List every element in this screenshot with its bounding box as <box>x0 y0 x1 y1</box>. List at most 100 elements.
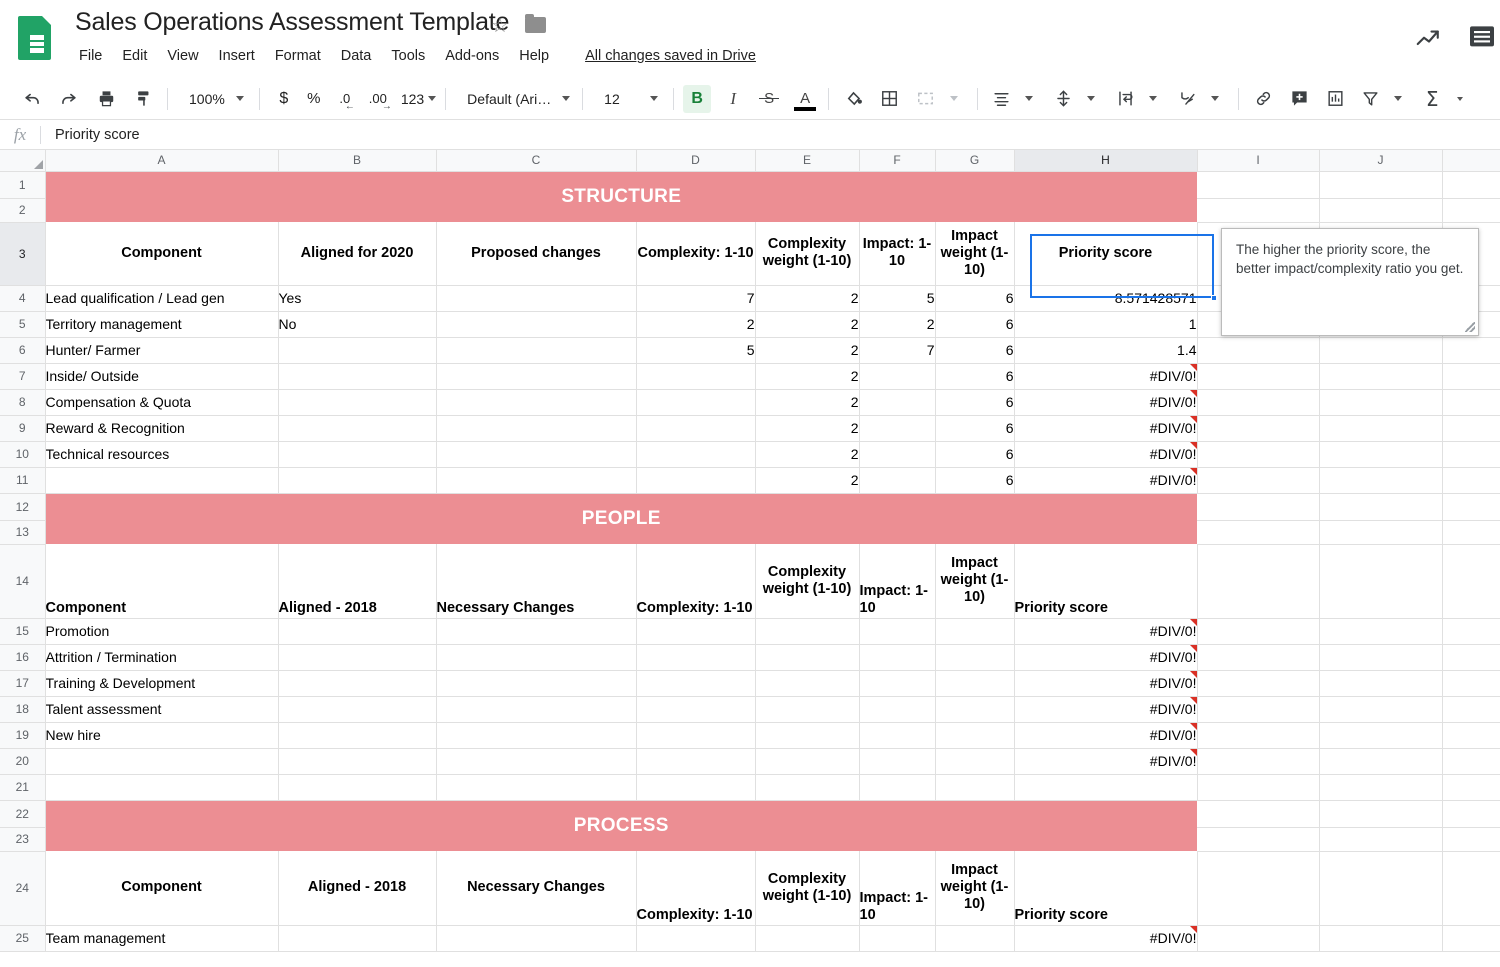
row-header-18[interactable]: 18 <box>0 696 45 722</box>
cell-i25[interactable] <box>1197 925 1319 951</box>
table-row[interactable] <box>278 925 436 951</box>
vertical-align-button[interactable] <box>1049 85 1077 113</box>
explore-trending-icon[interactable] <box>1414 24 1444 54</box>
table-row[interactable]: Reward & Recognition <box>45 415 278 441</box>
cell-j10[interactable] <box>1319 441 1442 467</box>
cell-j21[interactable] <box>1319 774 1442 800</box>
table-row[interactable]: 6 <box>935 311 1014 337</box>
table-row[interactable]: 2 <box>755 441 859 467</box>
table-row[interactable] <box>278 389 436 415</box>
insert-chart-button[interactable] <box>1320 85 1350 113</box>
cell-d21[interactable] <box>636 774 755 800</box>
table-row[interactable] <box>436 722 636 748</box>
menu-file[interactable]: File <box>75 46 112 66</box>
cell-j7[interactable] <box>1319 363 1442 389</box>
row-header-23[interactable]: 23 <box>0 827 45 851</box>
save-status-link[interactable]: All changes saved in Drive <box>585 48 756 64</box>
row-header-14[interactable]: 14 <box>0 544 45 618</box>
table-row[interactable] <box>636 389 755 415</box>
table-row[interactable]: Compensation & Quota <box>45 389 278 415</box>
table-row[interactable]: Promotion <box>45 618 278 644</box>
table-row[interactable]: 1 <box>1014 311 1197 337</box>
cell-k21[interactable] <box>1442 774 1500 800</box>
table-row[interactable]: 5 <box>859 285 935 311</box>
table-row[interactable]: #DIV/0! <box>1014 644 1197 670</box>
table-row[interactable]: #DIV/0! <box>1014 696 1197 722</box>
zoom-selector[interactable]: 100% <box>177 85 250 113</box>
row-header-8[interactable]: 8 <box>0 389 45 415</box>
cell-k20[interactable] <box>1442 748 1500 774</box>
table-row[interactable]: 5 <box>636 337 755 363</box>
header-changes-structure[interactable]: Proposed changes <box>436 222 636 285</box>
table-row[interactable] <box>278 415 436 441</box>
table-row[interactable]: New hire <box>45 722 278 748</box>
header-aligned-structure[interactable]: Aligned for 2020 <box>278 222 436 285</box>
row-header-13[interactable]: 13 <box>0 520 45 544</box>
table-row[interactable] <box>935 644 1014 670</box>
strikethrough-button[interactable]: S <box>755 85 783 113</box>
cell-i15[interactable] <box>1197 618 1319 644</box>
cell-b21[interactable] <box>278 774 436 800</box>
table-row[interactable] <box>278 722 436 748</box>
table-row[interactable] <box>278 748 436 774</box>
cell-j13[interactable] <box>1319 520 1442 544</box>
table-row[interactable] <box>636 363 755 389</box>
formula-input[interactable]: Priority score <box>41 127 1500 143</box>
cell-i17[interactable] <box>1197 670 1319 696</box>
insert-comment-button[interactable] <box>1284 85 1314 113</box>
table-row[interactable] <box>278 441 436 467</box>
menu-data[interactable]: Data <box>331 46 382 66</box>
table-row[interactable]: Team management <box>45 925 278 951</box>
cell-j17[interactable] <box>1319 670 1442 696</box>
header-impact-weight-people[interactable]: Impact weight (1-10) <box>935 544 1014 618</box>
table-row[interactable] <box>278 337 436 363</box>
cell-j24[interactable] <box>1319 851 1442 925</box>
row-header-2[interactable]: 2 <box>0 198 45 222</box>
cell-j8[interactable] <box>1319 389 1442 415</box>
row-header-22[interactable]: 22 <box>0 800 45 827</box>
header-changes-people[interactable]: Necessary Changes <box>436 544 636 618</box>
table-row[interactable] <box>859 467 935 493</box>
cell-h21[interactable] <box>1014 774 1197 800</box>
table-row[interactable] <box>859 363 935 389</box>
column-header-b[interactable]: B <box>278 150 436 171</box>
cell-j16[interactable] <box>1319 644 1442 670</box>
menu-tools[interactable]: Tools <box>381 46 435 66</box>
cell-k19[interactable] <box>1442 722 1500 748</box>
vertical-align-caret[interactable] <box>1077 85 1105 113</box>
row-header-21[interactable]: 21 <box>0 774 45 800</box>
table-row[interactable] <box>755 722 859 748</box>
cell-j25[interactable] <box>1319 925 1442 951</box>
table-row[interactable] <box>859 696 935 722</box>
column-header-c[interactable]: C <box>436 150 636 171</box>
cell-k18[interactable] <box>1442 696 1500 722</box>
row-header-16[interactable]: 16 <box>0 644 45 670</box>
table-row[interactable]: 2 <box>755 415 859 441</box>
header-impact-process[interactable]: Impact: 1-10 <box>859 851 935 925</box>
cell-i2[interactable] <box>1197 198 1319 222</box>
cell-i7[interactable] <box>1197 363 1319 389</box>
table-row[interactable] <box>935 696 1014 722</box>
table-row[interactable] <box>755 644 859 670</box>
header-aligned-people[interactable]: Aligned - 2018 <box>278 544 436 618</box>
column-header-g[interactable]: G <box>935 150 1014 171</box>
table-row[interactable]: 2 <box>755 363 859 389</box>
table-row[interactable] <box>278 363 436 389</box>
cell-k7[interactable] <box>1442 363 1500 389</box>
table-row[interactable] <box>636 748 755 774</box>
cell-k24[interactable] <box>1442 851 1500 925</box>
text-wrapping-button[interactable] <box>1111 85 1139 113</box>
table-row[interactable] <box>859 722 935 748</box>
table-row[interactable]: 8.571428571 <box>1014 285 1197 311</box>
table-row[interactable]: #DIV/0! <box>1014 389 1197 415</box>
cell-k14[interactable] <box>1442 544 1500 618</box>
table-row[interactable] <box>436 311 636 337</box>
table-row[interactable] <box>636 925 755 951</box>
table-row[interactable] <box>45 467 278 493</box>
cell-i12[interactable] <box>1197 493 1319 520</box>
header-priority-structure[interactable]: Priority score <box>1014 222 1197 285</box>
table-row[interactable]: 6 <box>935 415 1014 441</box>
text-color-button[interactable]: A <box>791 85 819 113</box>
table-row[interactable] <box>935 618 1014 644</box>
cell-k17[interactable] <box>1442 670 1500 696</box>
